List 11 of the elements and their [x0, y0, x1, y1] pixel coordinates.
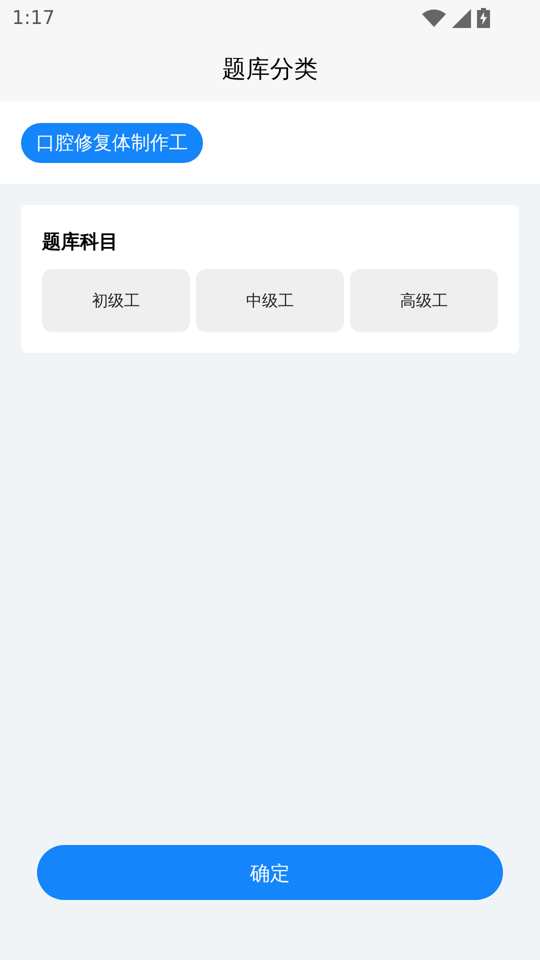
subject-button[interactable]: 中级工 [196, 269, 344, 332]
page-title: 题库分类 [222, 54, 318, 85]
wifi-icon [422, 9, 446, 27]
section-title: 题库科目 [42, 230, 119, 255]
battery-icon [477, 8, 490, 28]
subject-button[interactable]: 高级工 [350, 269, 498, 332]
category-chip[interactable]: 口腔修复体制作工 [21, 123, 203, 163]
subject-button[interactable]: 初级工 [42, 269, 190, 332]
confirm-button[interactable]: 确定 [37, 845, 503, 900]
status-time: 1:17 [12, 6, 55, 31]
signal-icon [452, 8, 471, 28]
